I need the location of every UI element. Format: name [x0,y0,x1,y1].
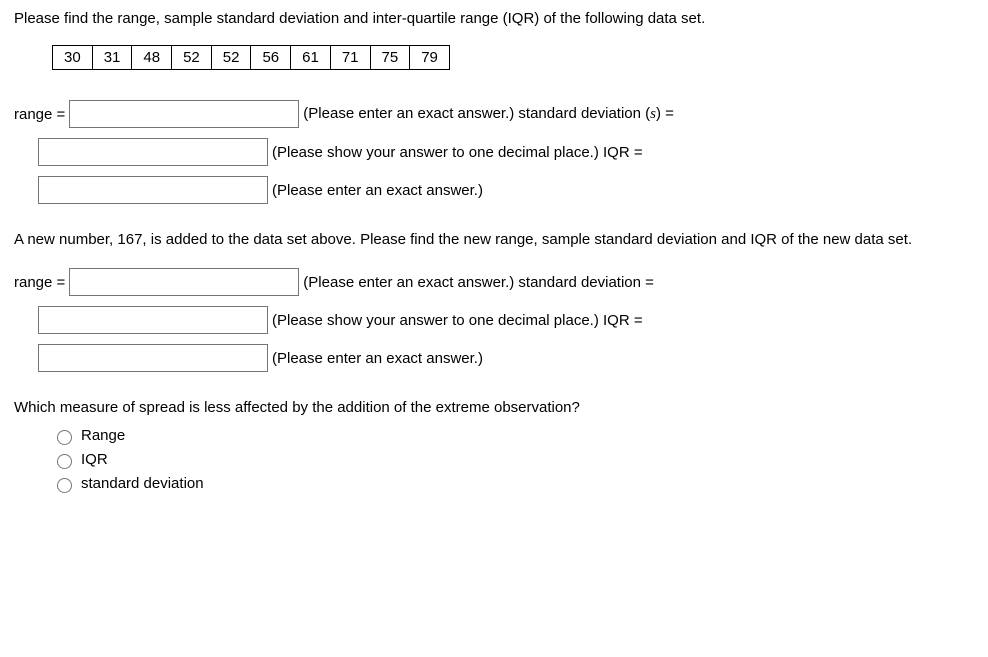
q1-iqr-input[interactable] [38,176,268,204]
q2-sd-input[interactable] [38,306,268,334]
data-cell: 75 [370,46,410,70]
q1-sd-line: (Please show your answer to one decimal … [38,138,974,166]
option-iqr-row: IQR [52,451,974,469]
iqr-hint: (Please enter an exact answer.) [272,182,483,199]
q1-range-input[interactable] [69,100,299,128]
sd-hint: (Please show your answer to one decimal … [272,312,643,329]
data-cell: 61 [291,46,331,70]
option-iqr-radio[interactable] [57,454,72,469]
intro-text: Please find the range, sample standard d… [14,10,974,27]
data-cell: 48 [132,46,172,70]
range-label: range = [14,106,65,123]
option-iqr-label: IQR [81,451,108,468]
data-cell: 71 [330,46,370,70]
radio-group: Range IQR standard deviation [52,427,974,493]
option-sd-label: standard deviation [81,475,204,492]
option-range-label: Range [81,427,125,444]
option-range-row: Range [52,427,974,445]
q2-sd-line: (Please show your answer to one decimal … [38,306,974,334]
q2-iqr-line: (Please enter an exact answer.) [38,344,974,372]
data-table: 30 31 48 52 52 56 61 71 75 79 [52,45,450,70]
range-hint-text: (Please enter an exact answer.) standard… [303,105,650,122]
data-cell: 56 [251,46,291,70]
data-cell: 31 [92,46,132,70]
q2-range-line: range = (Please enter an exact answer.) … [14,268,974,296]
q1-sd-input[interactable] [38,138,268,166]
range-hint: (Please enter an exact answer.) standard… [303,274,654,291]
sd-hint: (Please show your answer to one decimal … [272,144,643,161]
range-hint-tail: ) = [656,105,674,122]
range-label: range = [14,274,65,291]
option-sd-row: standard deviation [52,475,974,493]
q1-iqr-line: (Please enter an exact answer.) [38,176,974,204]
q2-range-input[interactable] [69,268,299,296]
option-range-radio[interactable] [57,430,72,445]
q2-iqr-input[interactable] [38,344,268,372]
data-cell: 52 [211,46,251,70]
final-prompt: Which measure of spread is less affected… [14,398,974,418]
data-cell: 52 [172,46,212,70]
range-hint: (Please enter an exact answer.) standard… [303,105,674,123]
q1-range-line: range = (Please enter an exact answer.) … [14,100,974,128]
option-sd-radio[interactable] [57,478,72,493]
iqr-hint: (Please enter an exact answer.) [272,350,483,367]
data-cell: 79 [410,46,450,70]
data-row: 30 31 48 52 52 56 61 71 75 79 [53,46,450,70]
mid-prompt: A new number, 167, is added to the data … [14,230,974,250]
data-cell: 30 [53,46,93,70]
